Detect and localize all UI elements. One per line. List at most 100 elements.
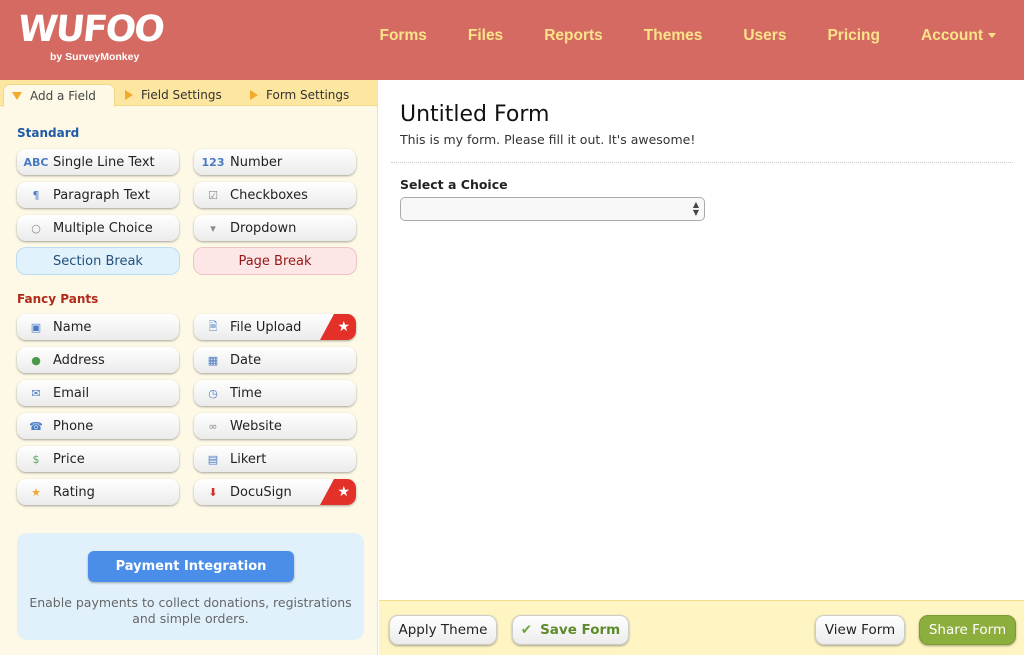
form-title[interactable]: Untitled Form (400, 102, 549, 127)
calendar-icon: ▦ (207, 353, 219, 367)
field-button-date[interactable]: ▦ Date (194, 347, 356, 373)
divider (391, 162, 1013, 163)
field-button-label: Paragraph Text (53, 187, 151, 203)
form-footer-bar: Apply Theme ✔ Save Form View Form Share F… (379, 600, 1024, 655)
apply-theme-button[interactable]: Apply Theme (389, 615, 497, 645)
field-button-time[interactable]: ◷ Time (194, 380, 356, 406)
field-button-address[interactable]: ● Address (17, 347, 179, 373)
field-button-label: Website (230, 418, 282, 434)
field-button-number[interactable]: 123 Number (194, 149, 356, 175)
standard-section-title: Standard (17, 126, 80, 140)
field-button-label: Rating (53, 484, 95, 500)
choice-select[interactable]: ▲ ▼ (400, 197, 705, 221)
page-break-button[interactable]: Page Break (194, 248, 356, 274)
field-button-label: Single Line Text (53, 154, 155, 170)
logo-subtitle: by SurveyMonkey (50, 51, 140, 63)
checkbox-icon: ☑ (208, 188, 218, 202)
view-form-button[interactable]: View Form (815, 615, 905, 645)
nav-users[interactable]: Users (743, 27, 786, 45)
form-description[interactable]: This is my form. Please fill it out. It'… (400, 132, 695, 147)
triangle-down-icon (12, 92, 22, 100)
checkmark-icon: ✔ (520, 622, 533, 638)
field-button-label: Dropdown (230, 220, 297, 236)
dropdown-icon: ▾ (210, 221, 216, 235)
save-form-label: Save Form (540, 622, 621, 638)
nav-files[interactable]: Files (468, 27, 503, 45)
paragraph-icon: ¶ (32, 188, 40, 202)
field-button-label: Address (53, 352, 105, 368)
field-button-paragraph-text[interactable]: ¶ Paragraph Text (17, 182, 179, 208)
triangle-right-icon (125, 90, 133, 100)
field-button-label: Checkboxes (230, 187, 308, 203)
field-button-rating[interactable]: ★ Rating (17, 479, 179, 505)
table-icon: ▤ (207, 452, 219, 466)
field-button-multiple-choice[interactable]: ○ Multiple Choice (17, 215, 179, 241)
top-header: WUFOO by SurveyMonkey Forms Files Report… (0, 0, 1024, 80)
field-button-likert[interactable]: ▤ Likert (194, 446, 356, 472)
tab-form-settings[interactable]: Form Settings (250, 84, 349, 106)
field-button-checkboxes[interactable]: ☑ Checkboxes (194, 182, 356, 208)
field-button-label: Number (230, 154, 283, 170)
tab-field-settings[interactable]: Field Settings (125, 84, 222, 106)
field-button-label: Date (230, 352, 262, 368)
form-preview: Untitled Form This is my form. Please fi… (379, 80, 1024, 600)
save-form-button[interactable]: ✔ Save Form (512, 615, 629, 645)
number-icon: 123 (201, 155, 225, 169)
nav-themes[interactable]: Themes (644, 27, 703, 45)
field-button-docusign[interactable]: ⬇ DocuSign ★ (194, 479, 356, 505)
field-button-email[interactable]: ✉ Email (17, 380, 179, 406)
field-button-label: Email (53, 385, 90, 401)
field-button-label: File Upload (230, 319, 302, 335)
money-icon: $ (32, 452, 40, 466)
tab-label: Form Settings (266, 88, 350, 102)
field-button-phone[interactable]: ☎ Phone (17, 413, 179, 439)
field-sidebar: Add a Field Field Settings Form Settings… (0, 80, 378, 655)
tab-label: Field Settings (141, 88, 222, 102)
name-card-icon: ▣ (30, 320, 42, 334)
field-label[interactable]: Select a Choice (400, 177, 508, 192)
tab-add-field[interactable]: Add a Field (3, 84, 115, 107)
fancy-section-title: Fancy Pants (17, 292, 99, 306)
wufoo-logo[interactable]: WUFOO by SurveyMonkey (15, 9, 165, 68)
payment-integration-button[interactable]: Payment Integration (88, 551, 294, 582)
star-icon: ★ (31, 485, 41, 499)
field-button-label: Phone (53, 418, 94, 434)
sidebar-tabs: Add a Field Field Settings Form Settings (0, 80, 377, 107)
field-button-single-line-text[interactable]: ABC Single Line Text (17, 149, 179, 175)
abc-icon: ABC (23, 155, 49, 169)
link-icon: ∞ (208, 419, 218, 433)
payment-description: Enable payments to collect donations, re… (29, 595, 352, 626)
field-button-file-upload[interactable]: 🗎 File Upload ★ (194, 314, 356, 340)
logo-wordmark: WUFOO (15, 9, 165, 50)
premium-star-icon: ★ (320, 479, 356, 505)
nav-account[interactable]: Account (921, 27, 996, 45)
field-button-label: Likert (230, 451, 267, 467)
field-button-price[interactable]: $ Price (17, 446, 179, 472)
section-break-button[interactable]: Section Break (17, 248, 179, 274)
share-form-button[interactable]: Share Form (919, 615, 1016, 645)
nav-pricing[interactable]: Pricing (827, 27, 880, 45)
field-button-name[interactable]: ▣ Name (17, 314, 179, 340)
field-button-label: Price (53, 451, 85, 467)
radio-icon: ○ (31, 221, 41, 235)
file-upload-icon: 🗎 (208, 319, 218, 333)
globe-icon: ● (31, 353, 41, 367)
tab-label: Add a Field (30, 89, 96, 103)
premium-star-icon: ★ (320, 314, 356, 340)
field-button-website[interactable]: ∞ Website (194, 413, 356, 439)
select-arrows-icon: ▲ ▼ (692, 200, 699, 217)
triangle-right-icon (250, 90, 258, 100)
field-button-label: DocuSign (230, 484, 292, 500)
caret-down-icon (988, 33, 996, 39)
nav-account-label: Account (921, 27, 983, 44)
nav-forms[interactable]: Forms (379, 27, 426, 45)
envelope-icon: ✉ (31, 386, 41, 400)
clock-icon: ◷ (208, 386, 218, 400)
nav-reports[interactable]: Reports (544, 27, 603, 45)
field-button-label: Time (230, 385, 262, 401)
field-button-label: Name (53, 319, 92, 335)
payment-panel: Payment Integration Enable payments to c… (17, 533, 364, 640)
field-button-dropdown[interactable]: ▾ Dropdown (194, 215, 356, 241)
field-button-label: Multiple Choice (53, 220, 153, 236)
phone-icon: ☎ (29, 419, 43, 433)
